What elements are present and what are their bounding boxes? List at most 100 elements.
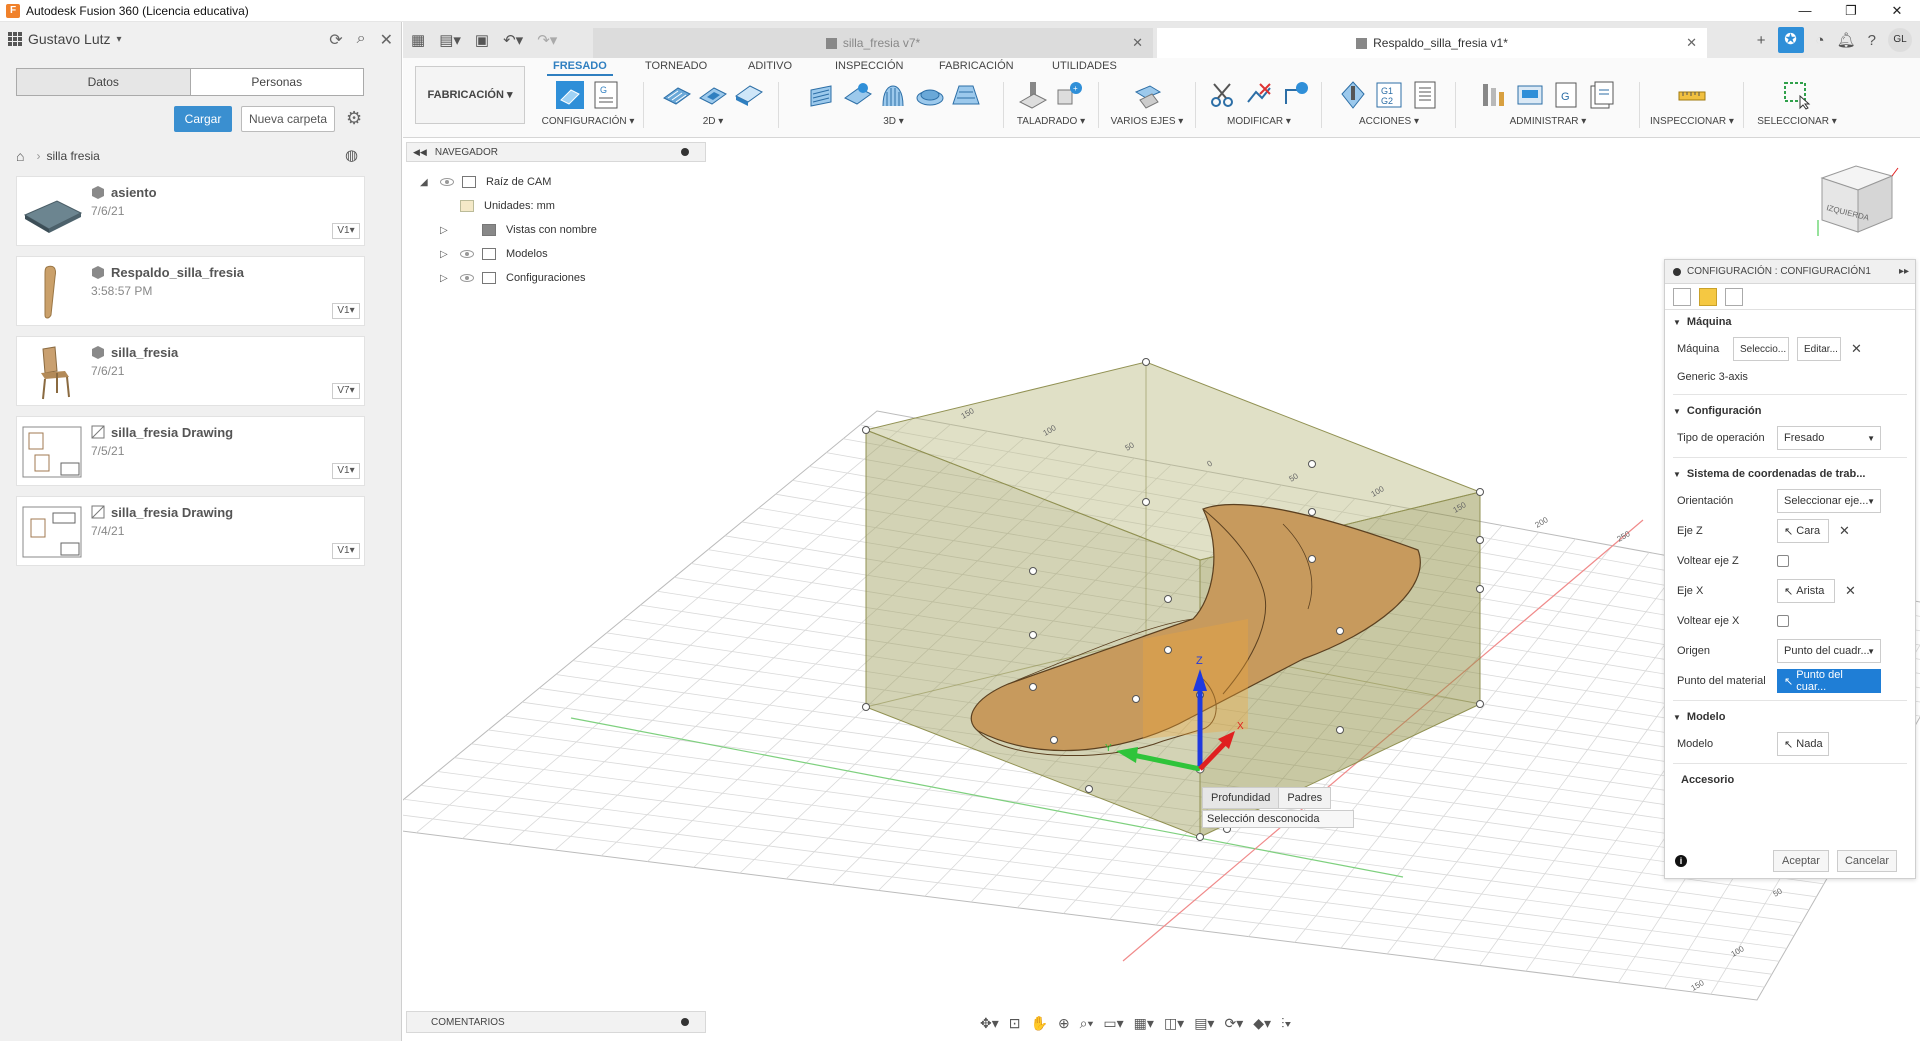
drill-icon[interactable] [1018,80,1048,110]
expand-triangle-icon[interactable]: ▷ [440,273,452,284]
new-tab-icon[interactable]: + [1757,32,1766,49]
scallop-icon[interactable] [951,80,981,110]
3d-pocket-icon[interactable] [843,80,873,110]
version-dropdown[interactable]: V7▾ [332,383,360,399]
collapse-triangle-icon[interactable]: ◢ [420,177,432,188]
stock-point-selector[interactable]: ↖ Punto del cuar... [1777,669,1881,693]
filter-icon[interactable]: ⫶▾ [1281,1015,1291,1032]
viewcube[interactable]: IZQUIERDA [1812,160,1902,240]
display-settings-icon[interactable]: ▭▾ [1103,1015,1123,1032]
collapse-triangle-icon[interactable]: ▼ [1673,470,1681,479]
new-folder-button[interactable]: Nueva carpeta [241,106,335,132]
machine-library-icon[interactable] [1515,80,1545,110]
collapse-triangle-icon[interactable]: ▼ [1673,318,1681,327]
simulate-icon[interactable] [1338,80,1368,110]
save-icon[interactable]: ▣ [475,31,489,49]
notifications-icon[interactable]: 🔔︎ [1837,31,1856,49]
pan-icon[interactable]: ✋ [1031,1015,1048,1032]
look-at-icon[interactable]: ⊡ [1009,1015,1021,1032]
flip-z-checkbox[interactable] [1777,555,1789,567]
post-process-tab-icon[interactable] [1725,287,1743,306]
group-3d[interactable]: 3D ▾ [791,78,996,134]
edit-machine-button[interactable]: Editar... [1797,337,1841,361]
expand-triangle-icon[interactable]: ▷ [440,249,452,260]
origin-select[interactable]: Punto del cuadr... ▼ [1777,639,1881,663]
version-dropdown[interactable]: V1▾ [332,223,360,239]
file-card-silla-fresia[interactable]: silla_fresia 7/6/21 V7▾ [16,336,365,406]
expand-dialog-icon[interactable]: ▸▸ [1899,266,1909,277]
x-axis-selector[interactable]: ↖ Arista [1777,579,1835,603]
file-card-asiento[interactable]: asiento 7/6/21 V1▾ [16,176,365,246]
info-icon[interactable]: i [1675,855,1687,867]
home-icon[interactable]: ⌂ [16,148,24,164]
collapse-icon[interactable]: ◀◀ [413,147,427,158]
2d-adaptive-icon[interactable] [662,80,692,110]
ok-button[interactable]: Aceptar [1773,850,1829,872]
delete-toolpath-icon[interactable] [1244,80,1274,110]
visual-style-icon[interactable]: ▤▾ [1194,1015,1214,1032]
group-administrar[interactable]: G ADMINISTRAR ▾ [1463,78,1633,134]
eye-icon[interactable] [440,178,454,186]
viewports-icon[interactable]: ◫▾ [1164,1015,1184,1032]
z-axis-selector[interactable]: ↖ Cara [1777,519,1829,543]
section-maquina[interactable]: ▼ Máquina [1665,310,1915,334]
orientation-select[interactable]: Seleccionar eje... ▼ [1777,489,1881,513]
cancel-button[interactable]: Cancelar [1837,850,1897,872]
refresh-icon[interactable]: ⟳ [329,30,342,50]
measure-icon[interactable] [1677,80,1707,110]
tree-item-models[interactable]: ▷ Modelos [420,242,597,266]
browser-panel-header[interactable]: ◀◀ NAVEGADOR [406,142,706,162]
close-window-button[interactable]: ✕ [1874,0,1920,22]
section-wcs[interactable]: ▼ Sistema de coordenadas de trab... [1665,462,1915,486]
tab-padres[interactable]: Padres [1278,787,1332,809]
tab-respaldo[interactable]: Respaldo_silla_fresia v1* ✕ [1157,28,1707,58]
tree-item-named-views[interactable]: ▷ Vistas con nombre [420,218,597,242]
zoom-window-icon[interactable]: ⌕▾ [1080,1015,1094,1032]
tab-fresado[interactable]: FRESADO [547,60,613,76]
stock-tab-icon[interactable] [1699,287,1717,306]
file-card-respaldo[interactable]: Respaldo_silla_fresia 3:58:57 PM V1▾ [16,256,365,326]
tab-profundidad[interactable]: Profundidad [1202,787,1280,809]
group-configuracion[interactable]: G CONFIGURACIÓN ▾ [538,78,638,134]
environment-icon[interactable]: ◆▾ [1253,1015,1271,1032]
help-icon[interactable]: ? [1868,32,1876,49]
section-accesorio[interactable]: Accesorio [1665,768,1915,792]
tab-torneado[interactable]: TORNEADO [645,60,707,72]
expand-triangle-icon[interactable]: ▷ [440,225,452,236]
globe-icon[interactable]: ◍ [345,146,358,164]
breadcrumb-folder[interactable]: silla fresia [46,149,99,163]
collapse-triangle-icon[interactable]: ▼ [1673,713,1681,722]
comments-panel-header[interactable]: COMENTARIOS [406,1011,706,1033]
2d-pocket-icon[interactable] [698,80,728,110]
setup-tab-icon[interactable] [1673,287,1691,306]
dialog-header[interactable]: CONFIGURACIÓN : CONFIGURACIÓN1 ▸▸ [1665,260,1915,284]
version-dropdown[interactable]: V1▾ [332,303,360,319]
tree-item-units[interactable]: Unidades: mm [420,194,597,218]
tree-item-setups[interactable]: ▷ Configuraciones [420,266,597,290]
select-icon[interactable] [1782,80,1812,110]
pin-icon[interactable] [681,1018,689,1026]
tab-utilidades[interactable]: UTILIDADES [1052,60,1117,72]
collapse-triangle-icon[interactable]: ▼ [1673,407,1681,416]
group-2d[interactable]: 2D ▾ [653,78,773,134]
tab-inspeccion[interactable]: INSPECCIÓN [835,60,903,72]
tree-item-root[interactable]: ◢ Raíz de CAM [420,170,597,194]
eye-icon[interactable] [460,250,474,258]
clear-x-axis-icon[interactable]: ✕ [1845,583,1856,599]
grid-settings-icon[interactable]: ▦▾ [1134,1015,1154,1032]
nc-program-icon[interactable]: G [591,80,621,110]
tool-library-icon[interactable] [1479,80,1509,110]
tab-datos[interactable]: Datos [17,69,191,95]
upload-button[interactable]: Cargar [174,106,232,132]
multi-axis-icon[interactable] [1132,80,1162,110]
eye-icon[interactable] [460,274,474,282]
avatar[interactable]: GL [1888,28,1912,52]
template-library-icon[interactable] [1587,80,1617,110]
post-library-icon[interactable]: G [1551,80,1581,110]
gear-icon[interactable]: ⚙ [346,108,362,129]
scissors-icon[interactable] [1208,80,1238,110]
select-machine-button[interactable]: Seleccio... [1733,337,1789,361]
refresh-view-icon[interactable]: ⟳▾ [1224,1015,1243,1032]
group-modificar[interactable]: MODIFICAR ▾ [1203,78,1315,134]
file-card-drawing-2[interactable]: silla_fresia Drawing 7/4/21 V1▾ [16,496,365,566]
